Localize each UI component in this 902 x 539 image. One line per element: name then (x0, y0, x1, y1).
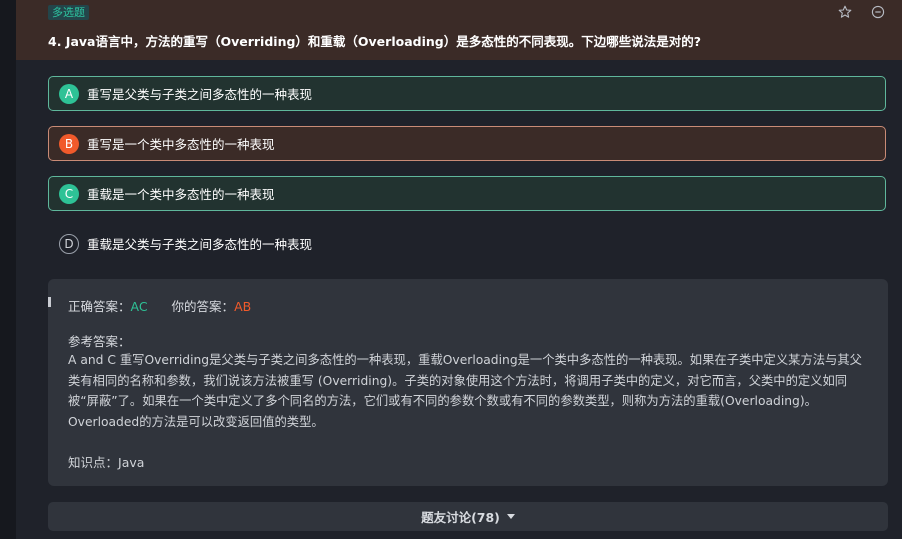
caret-down-icon (506, 514, 515, 519)
star-icon[interactable] (837, 4, 853, 20)
your-answer-value: AB (234, 299, 252, 314)
option-b-badge: B (59, 133, 79, 154)
option-b-text: 重写是一个类中多态性的一种表现 (87, 137, 275, 152)
left-rail (0, 0, 16, 539)
question-type-tag: 多选题 (48, 5, 89, 20)
reference-answer-label: 参考答案： (68, 334, 131, 349)
option-c-text: 重载是一个类中多态性的一种表现 (87, 187, 275, 202)
minus-circle-icon[interactable] (870, 4, 886, 20)
panel-marker (48, 297, 51, 307)
answer-summary: 正确答案：AC 你的答案：AB (68, 296, 251, 315)
option-b[interactable]: B 重写是一个类中多态性的一种表现 (48, 126, 886, 161)
option-a[interactable]: A 重写是父类与子类之间多态性的一种表现 (48, 76, 886, 111)
option-d-badge: D (59, 233, 79, 254)
knowledge-point-label: 知识点： (68, 455, 119, 470)
question-header: 多选题 4. Java语言中，方法的重写（Overriding）和重载（Over… (16, 0, 902, 60)
option-c-badge: C (59, 183, 79, 204)
discussion-label: 题友讨论(78) (421, 510, 500, 525)
knowledge-point: 知识点：Java (68, 452, 144, 471)
option-a-text: 重写是父类与子类之间多态性的一种表现 (87, 87, 313, 102)
option-d[interactable]: D 重载是父类与子类之间多态性的一种表现 (48, 226, 886, 261)
option-c[interactable]: C 重载是一个类中多态性的一种表现 (48, 176, 886, 211)
correct-answer-value: AC (130, 299, 148, 314)
answer-panel: 正确答案：AC 你的答案：AB 参考答案： A and C 重写Overridi… (48, 279, 888, 486)
correct-answer-label: 正确答案： (68, 299, 131, 314)
question-title: 4. Java语言中，方法的重写（Overriding）和重载（Overload… (48, 34, 701, 49)
discussion-button[interactable]: 题友讨论(78) (48, 502, 888, 531)
option-d-text: 重载是父类与子类之间多态性的一种表现 (87, 237, 313, 252)
knowledge-point-value: Java (118, 455, 145, 470)
option-a-badge: A (59, 83, 79, 104)
reference-answer-text: A and C 重写Overriding是父类与子类之间多态性的一种表现，重载O… (68, 353, 862, 429)
your-answer-label: 你的答案： (171, 299, 235, 314)
